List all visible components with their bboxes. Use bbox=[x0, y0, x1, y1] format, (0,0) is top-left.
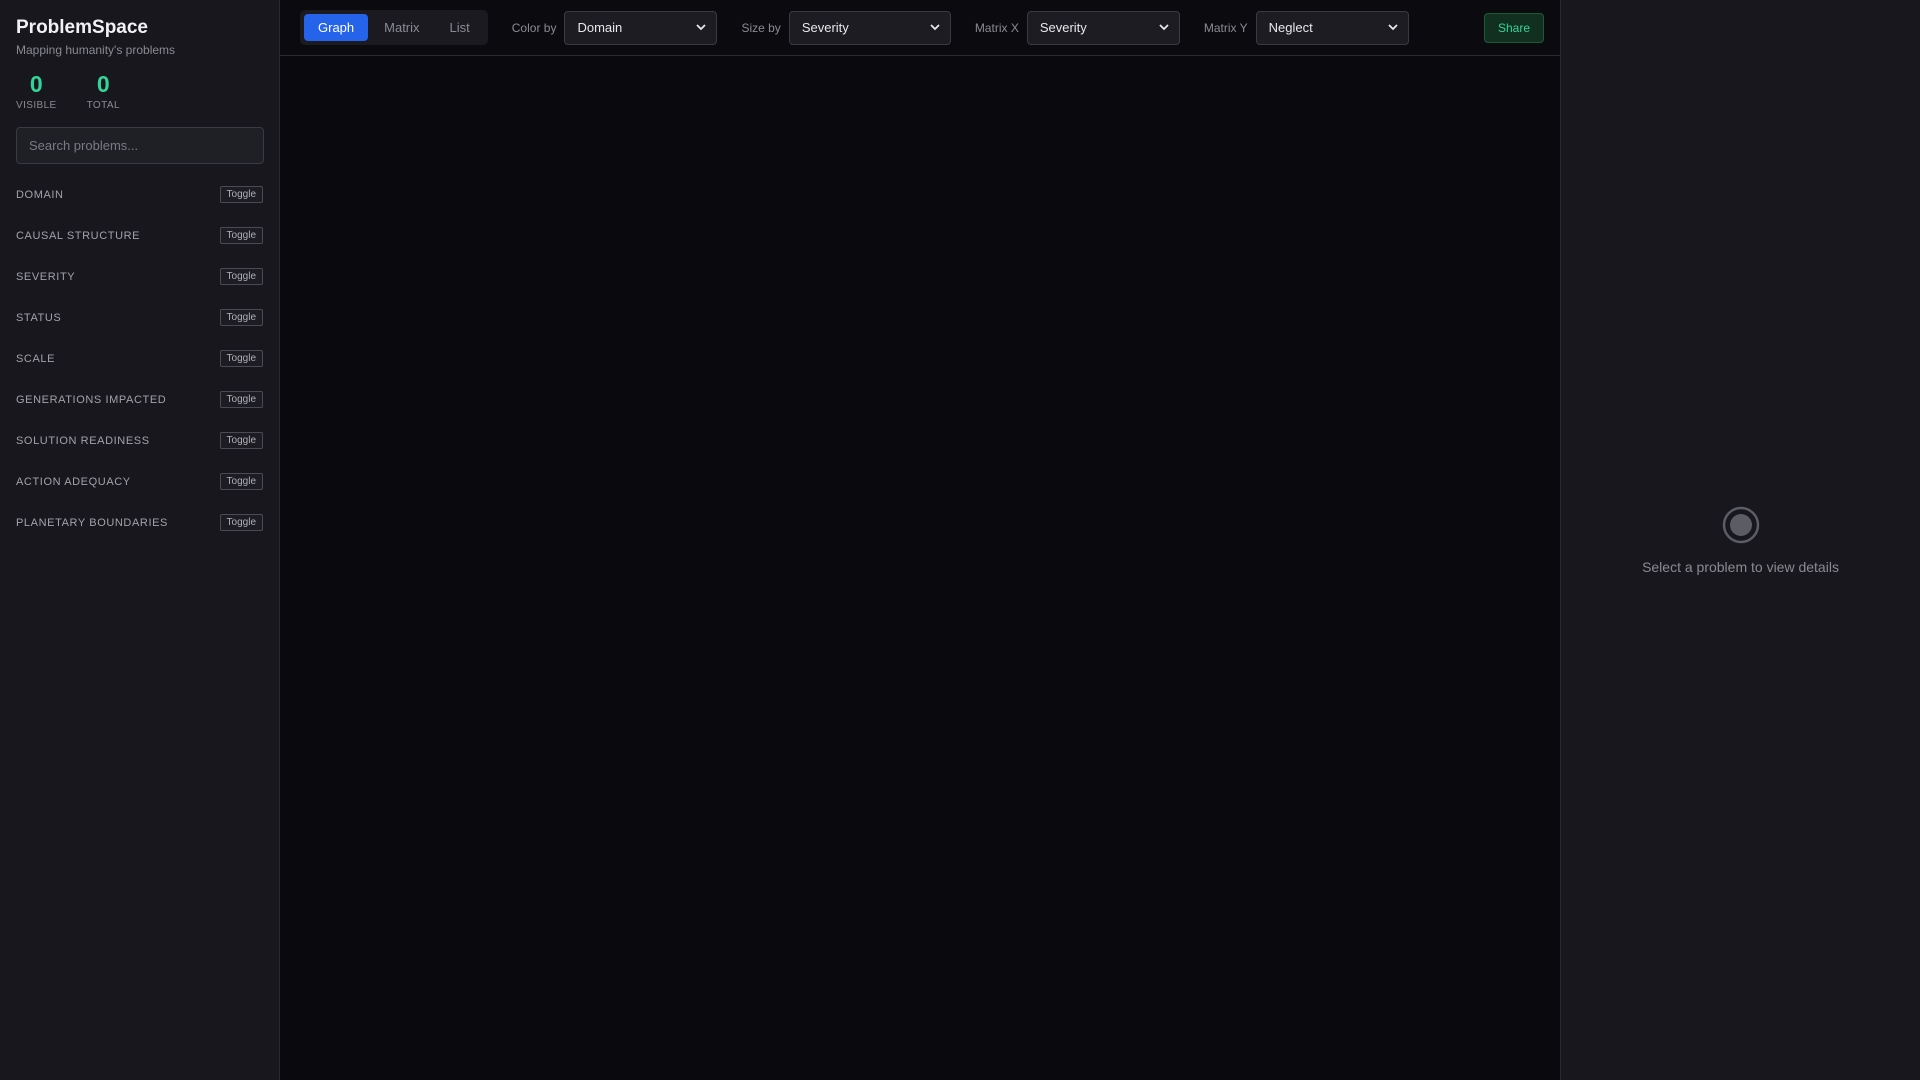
stat-total-label: TOTAL bbox=[86, 100, 120, 111]
filter-label-causal-structure: CAUSAL STRUCTURE bbox=[16, 229, 141, 242]
toggle-button-severity[interactable]: Toggle bbox=[219, 268, 263, 285]
filter-generations-impacted: GENERATIONS IMPACTED Toggle bbox=[16, 379, 263, 420]
details-panel: Select a problem to view details bbox=[1560, 0, 1920, 1080]
matrix-x-select[interactable]: Severity bbox=[1026, 10, 1180, 45]
filter-label-solution-readiness: SOLUTION READINESS bbox=[16, 434, 150, 447]
app-root: ProblemSpace Mapping humanity's problems… bbox=[0, 0, 1920, 1080]
filter-causal-structure: CAUSAL STRUCTURE Toggle bbox=[16, 215, 263, 256]
filter-domain: DOMAIN Toggle bbox=[16, 174, 263, 215]
filter-label-scale: SCALE bbox=[16, 352, 56, 365]
stat-total: 0 TOTAL bbox=[87, 71, 120, 111]
chevron-down-icon bbox=[930, 23, 940, 30]
tab-graph[interactable]: Graph bbox=[304, 14, 369, 41]
toggle-button-scale[interactable]: Toggle bbox=[219, 350, 263, 367]
filter-label-severity: SEVERITY bbox=[16, 270, 76, 283]
toolbar: Graph Matrix List Color by Domain Size b… bbox=[280, 0, 1560, 56]
empty-state-text: Select a problem to view details bbox=[1642, 558, 1839, 575]
chevron-down-icon bbox=[696, 23, 707, 30]
filter-scale: SCALE Toggle bbox=[16, 338, 263, 379]
chevron-down-icon bbox=[1159, 23, 1169, 30]
target-icon bbox=[1722, 506, 1759, 543]
filter-list: DOMAIN Toggle CAUSAL STRUCTURE Toggle SE… bbox=[16, 174, 263, 543]
main-area: Graph Matrix List Color by Domain Size b… bbox=[280, 0, 1560, 1080]
matrix-y-select[interactable]: Neglect bbox=[1255, 10, 1409, 45]
toggle-button-planetary-boundaries[interactable]: Toggle bbox=[219, 514, 263, 531]
size-by-select[interactable]: Severity bbox=[788, 10, 951, 45]
toggle-button-action-adequacy[interactable]: Toggle bbox=[219, 473, 263, 490]
chevron-down-icon bbox=[1387, 23, 1398, 30]
stats: 0 VISIBLE 0 TOTAL bbox=[16, 71, 263, 111]
share-button[interactable]: Share bbox=[1483, 12, 1544, 43]
toggle-button-causal-structure[interactable]: Toggle bbox=[219, 227, 263, 244]
view-tabs: Graph Matrix List bbox=[300, 10, 488, 45]
stat-visible-label: VISIBLE bbox=[16, 100, 57, 111]
filter-label-planetary-boundaries: PLANETARY BOUNDARIES bbox=[16, 516, 168, 529]
stat-visible: 0 VISIBLE bbox=[16, 71, 57, 111]
toggle-button-status[interactable]: Toggle bbox=[219, 309, 263, 326]
filter-solution-readiness: SOLUTION READINESS Toggle bbox=[16, 420, 263, 461]
stat-visible-value: 0 bbox=[29, 71, 43, 97]
filter-label-action-adequacy: ACTION ADEQUACY bbox=[16, 475, 131, 488]
matrix-y-label: Matrix Y bbox=[1203, 20, 1248, 35]
search-input[interactable] bbox=[16, 127, 264, 164]
tab-list[interactable]: List bbox=[436, 14, 484, 41]
toggle-button-generations-impacted[interactable]: Toggle bbox=[219, 391, 263, 408]
sidebar: ProblemSpace Mapping humanity's problems… bbox=[0, 0, 280, 1080]
size-by-label: Size by bbox=[741, 20, 781, 35]
toggle-button-domain[interactable]: Toggle bbox=[219, 186, 263, 203]
filter-planetary-boundaries: PLANETARY BOUNDARIES Toggle bbox=[16, 502, 263, 543]
color-by-control: Color by Domain bbox=[511, 10, 718, 45]
matrix-x-label: Matrix X bbox=[974, 20, 1019, 35]
tab-matrix[interactable]: Matrix bbox=[370, 14, 433, 41]
color-by-label: Color by bbox=[511, 20, 557, 35]
graph-canvas[interactable] bbox=[280, 56, 1560, 1080]
app-title: ProblemSpace bbox=[16, 17, 148, 38]
stat-total-value: 0 bbox=[96, 71, 110, 97]
size-by-control: Size by Severity bbox=[741, 10, 951, 45]
matrix-y-value: Neglect bbox=[1268, 20, 1313, 35]
size-by-value: Severity bbox=[801, 20, 849, 35]
color-by-value: Domain bbox=[577, 20, 623, 35]
filter-severity: SEVERITY Toggle bbox=[16, 256, 263, 297]
filter-status: STATUS Toggle bbox=[16, 297, 263, 338]
filter-action-adequacy: ACTION ADEQUACY Toggle bbox=[16, 461, 263, 502]
matrix-x-control: Matrix X Severity bbox=[974, 10, 1180, 45]
toggle-button-solution-readiness[interactable]: Toggle bbox=[219, 432, 263, 449]
filter-label-status: STATUS bbox=[16, 311, 62, 324]
matrix-x-value: Severity bbox=[1039, 20, 1087, 35]
matrix-y-control: Matrix Y Neglect bbox=[1203, 10, 1409, 45]
color-by-select[interactable]: Domain bbox=[564, 10, 718, 45]
app-subtitle: Mapping humanity's problems bbox=[16, 43, 176, 57]
filter-label-generations-impacted: GENERATIONS IMPACTED bbox=[16, 393, 167, 406]
filter-label-domain: DOMAIN bbox=[16, 188, 64, 201]
